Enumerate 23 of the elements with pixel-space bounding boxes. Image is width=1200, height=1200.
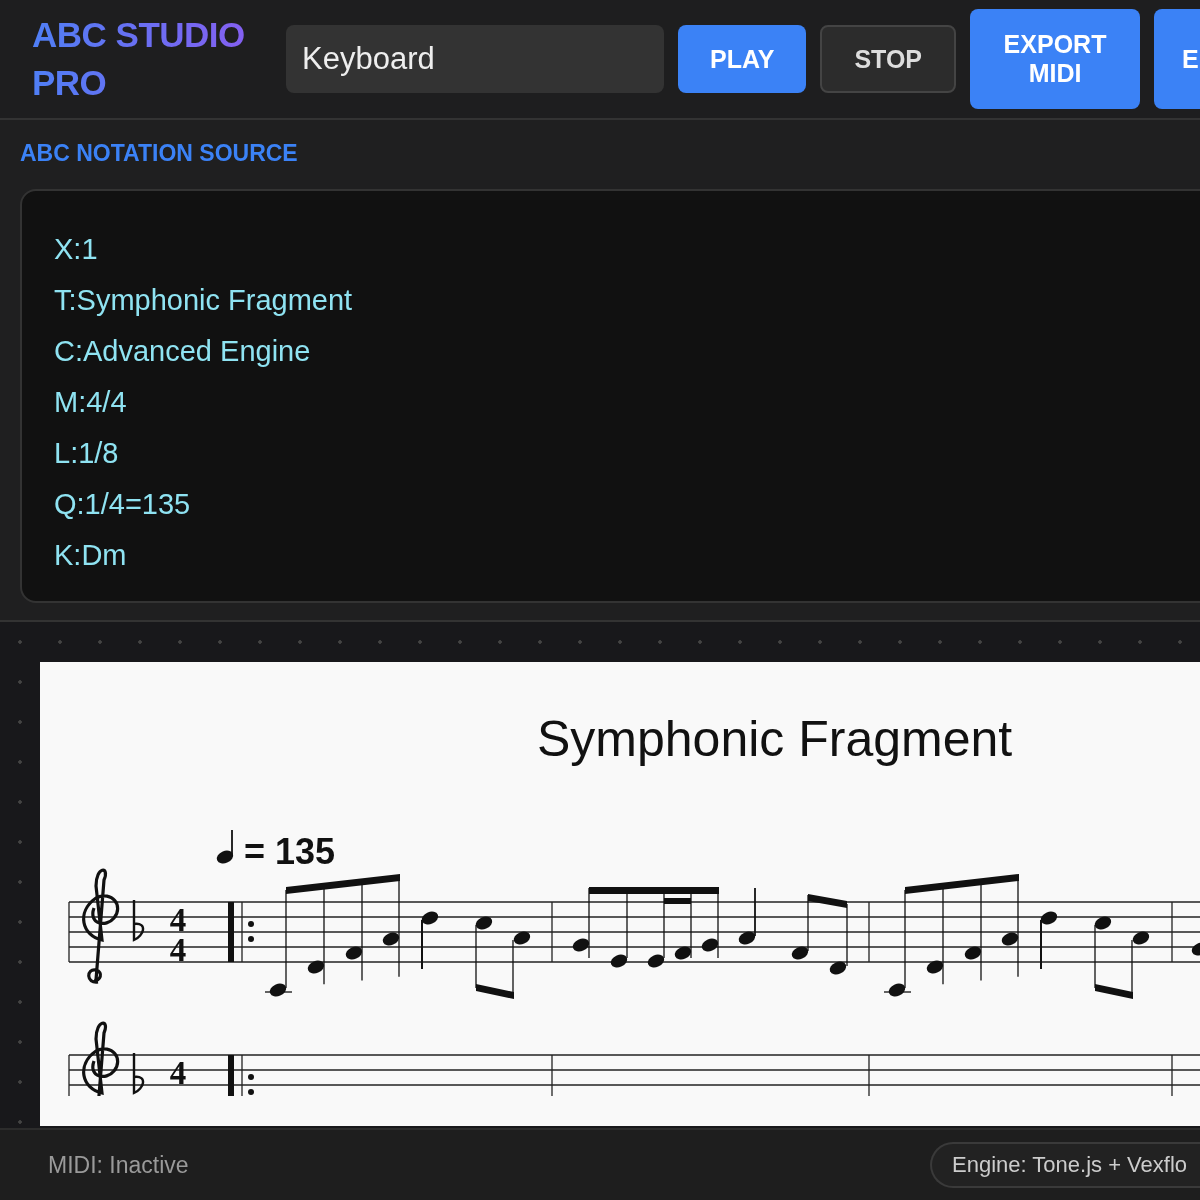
treble-clef-icon: [82, 1021, 120, 1096]
engine-badge: Engine: Tone.js + Vexflo: [930, 1142, 1200, 1188]
stop-button[interactable]: STOP: [820, 25, 956, 93]
code-line: T:Symphonic Fragment: [54, 283, 354, 318]
code-line: Q:1/4=135: [54, 487, 192, 522]
code-line: C:Advanced Engine: [54, 334, 312, 369]
code-line: K:Dm: [54, 538, 128, 573]
midi-status: MIDI: Inactive: [48, 1151, 189, 1179]
section-heading: ABC NOTATION SOURCE: [20, 140, 299, 167]
export-button[interactable]: EXPORT MIDI: [970, 9, 1140, 109]
flat-icon: [132, 1053, 145, 1095]
toolbar-button[interactable]: E: [1154, 9, 1200, 109]
code-line: X:1: [54, 232, 99, 267]
quarter-note-icon: [216, 829, 234, 864]
instrument-field[interactable]: Keyboard: [286, 25, 664, 93]
score-title: Symphonic Fragment: [537, 710, 1013, 768]
play-button[interactable]: PLAY: [678, 25, 807, 93]
code-editor[interactable]: X:1 T:Symphonic Fragment C:Advanced Engine M:4/4 L:1/8 Q:1/4=135 K:Dm: [20, 189, 1200, 603]
code-line: M:4/4: [54, 385, 128, 420]
flat-icon: [132, 900, 145, 942]
tempo-marking: = 135: [244, 831, 336, 872]
code-line: L:1/8: [54, 436, 120, 471]
treble-clef-icon: [82, 868, 120, 984]
